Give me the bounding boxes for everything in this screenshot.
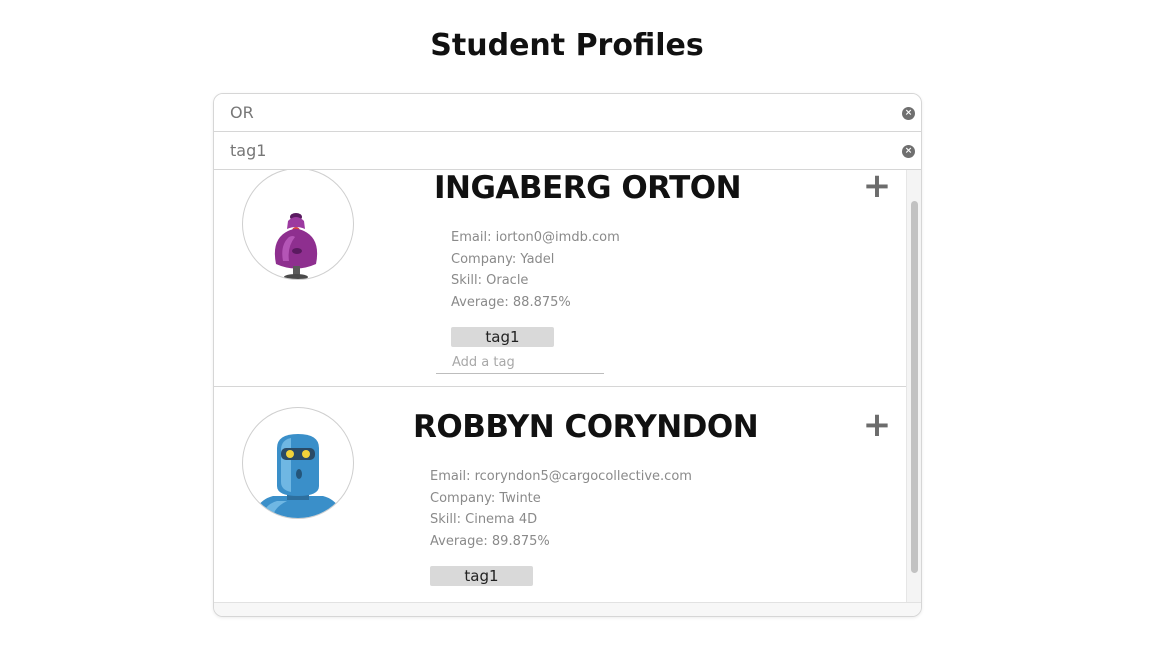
student-company: Company: Yadel (451, 251, 555, 267)
tag-chip: tag1 (451, 327, 554, 347)
student-profile: INGABERG ORTON + Email: iorton0@imdb.com… (214, 170, 906, 387)
scrollbar[interactable] (906, 170, 921, 602)
name-search-row: × (214, 94, 921, 132)
student-profile: ROBBYN CORYNDON + Email: rcoryndon5@carg… (214, 387, 906, 602)
blue-robot-icon (242, 407, 354, 519)
tag-search-input[interactable] (230, 132, 890, 169)
expand-icon[interactable]: + (862, 170, 892, 206)
tag-search-row: × (214, 132, 921, 170)
name-search-input[interactable] (230, 94, 890, 131)
student-name: ROBBYN CORYNDON (413, 409, 759, 445)
profiles-list[interactable]: INGABERG ORTON + Email: iorton0@imdb.com… (214, 170, 921, 602)
student-average: Average: 89.875% (430, 533, 550, 549)
student-email: Email: iorton0@imdb.com (451, 230, 620, 245)
student-company: Company: Twinte (430, 490, 541, 506)
profiles-card: × × I (213, 93, 922, 617)
page-title: Student Profiles (430, 28, 704, 63)
card-footer (214, 602, 921, 616)
clear-name-search-icon[interactable]: × (902, 107, 915, 120)
student-details: Email: rcoryndon5@cargocollective.com Co… (430, 466, 692, 552)
student-name: INGABERG ORTON (434, 170, 742, 206)
student-details: Email: iorton0@imdb.com Company: Yadel S… (451, 227, 620, 313)
student-average: Average: 88.875% (451, 294, 571, 310)
student-skill: Skill: Cinema 4D (430, 512, 538, 527)
purple-robot-icon (242, 170, 354, 280)
student-email: Email: rcoryndon5@cargocollective.com (430, 469, 692, 484)
expand-icon[interactable]: + (862, 405, 892, 445)
clear-tag-search-icon[interactable]: × (902, 145, 915, 158)
add-tag-input[interactable] (436, 352, 604, 374)
tag-chip: tag1 (430, 566, 533, 586)
student-skill: Skill: Oracle (451, 273, 529, 288)
scrollbar-thumb[interactable] (911, 201, 918, 573)
